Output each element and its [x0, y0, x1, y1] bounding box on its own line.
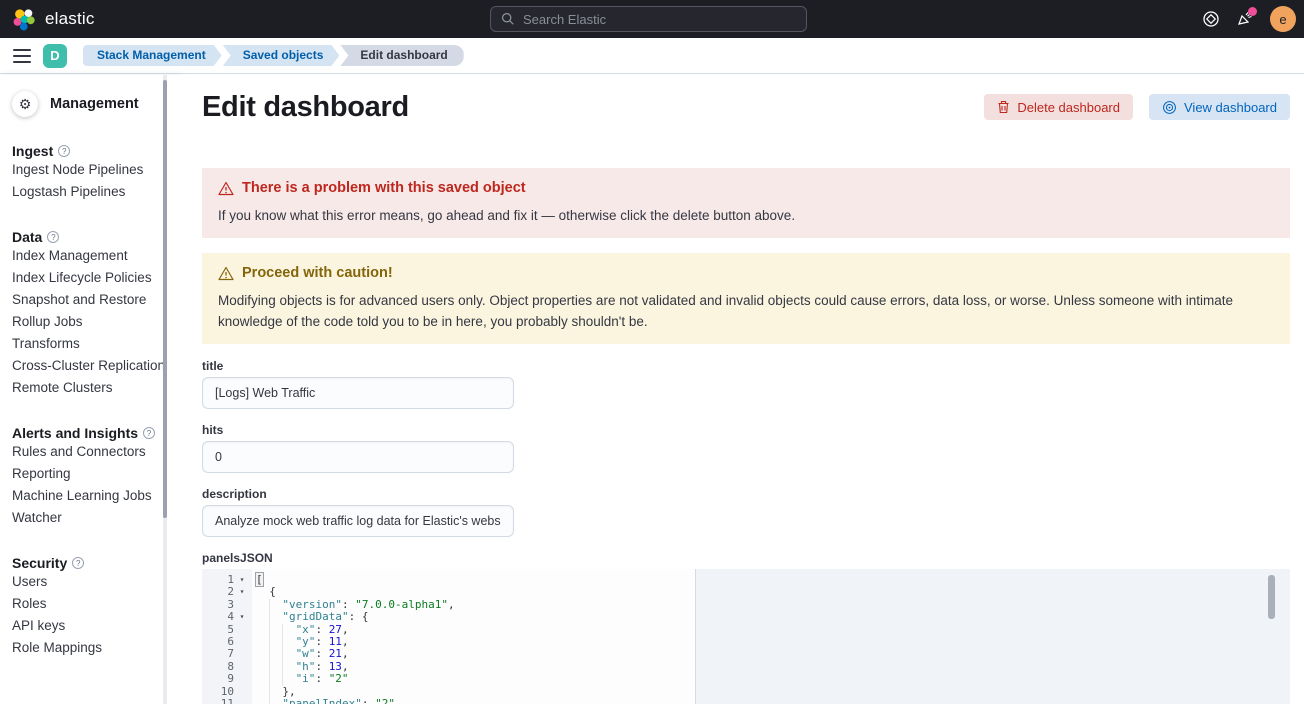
management-sidebar: ⚙ Management Ingest?Ingest Node Pipeline… [0, 75, 178, 704]
sidebar-item-ingest-node-pipelines[interactable]: Ingest Node Pipelines [12, 159, 178, 181]
code-line-10[interactable]: }, [252, 686, 1290, 698]
sidebar-item-api-keys[interactable]: API keys [12, 615, 178, 637]
warning-icon [218, 181, 234, 196]
elastic-logo[interactable]: elastic [12, 7, 95, 32]
newsfeed-icon[interactable] [1236, 10, 1254, 28]
sidebar-section-heading: Data? [12, 229, 178, 245]
breadcrumb-edit-dashboard: Edit dashboard [340, 45, 463, 66]
error-callout-title: There is a problem with this saved objec… [242, 180, 526, 197]
fold-arrow-icon[interactable]: ▾ [234, 611, 250, 623]
code-line-9[interactable]: "i": "2" [252, 673, 1290, 685]
sidebar-item-transforms[interactable]: Transforms [12, 333, 178, 355]
section-help-icon: ? [58, 145, 70, 157]
view-icon [1162, 100, 1177, 115]
search-input[interactable] [523, 12, 773, 27]
sidebar-item-cross-cluster-replication[interactable]: Cross-Cluster Replication [12, 355, 178, 377]
print-margin-line [695, 569, 696, 704]
editor-code[interactable]: [{"version": "7.0.0-alpha1","gridData": … [252, 569, 1290, 704]
logo-text: elastic [45, 9, 95, 29]
sidebar-item-snapshot-and-restore[interactable]: Snapshot and Restore [12, 289, 178, 311]
field-label-hits: hits [202, 423, 1290, 437]
panels-json-label: panelsJSON [202, 551, 1290, 565]
line-number: 2 [202, 586, 234, 598]
code-line-8[interactable]: "h": 13, [252, 661, 1290, 673]
sidebar-item-reporting[interactable]: Reporting [12, 463, 178, 485]
editor-scrollbar-thumb[interactable] [1268, 575, 1275, 619]
code-line-11[interactable]: "panelIndex": "2", [252, 698, 1290, 704]
sidebar-item-index-lifecycle-policies[interactable]: Index Lifecycle Policies [12, 267, 178, 289]
field-label-title: title [202, 359, 1290, 373]
sidebar-item-roles[interactable]: Roles [12, 593, 178, 615]
breadcrumb-saved-objects[interactable]: Saved objects [223, 45, 340, 66]
avatar-letter: e [1279, 12, 1286, 27]
top-header-bar: elastic e [0, 0, 1304, 38]
main-content: Edit dashboard Delete dashboard View das… [178, 75, 1304, 704]
field-input-hits[interactable] [202, 441, 514, 473]
menu-icon[interactable] [13, 49, 31, 63]
sidebar-item-users[interactable]: Users [12, 571, 178, 593]
notification-dot [1248, 7, 1257, 16]
field-input-title[interactable] [202, 377, 514, 409]
space-badge-letter: D [50, 48, 59, 63]
line-number: 4 [202, 611, 234, 623]
sidebar-section-heading: Security? [12, 555, 178, 571]
code-line-5[interactable]: "x": 27, [252, 624, 1290, 636]
code-line-7[interactable]: "w": 21, [252, 648, 1290, 660]
fold-arrow-icon[interactable]: ▾ [234, 574, 250, 586]
form-fields: title hits description [202, 359, 1290, 537]
breadcrumb-bar: D Stack ManagementSaved objectsEdit dash… [0, 38, 1304, 74]
sidebar-section-heading: Alerts and Insights? [12, 425, 178, 441]
code-line-6[interactable]: "y": 11, [252, 636, 1290, 648]
kibana-window: elastic e [0, 0, 1304, 704]
editor-gutter: 1▾2▾34▾56789101112▾13▾14▾ [202, 569, 252, 704]
sidebar-item-remote-clusters[interactable]: Remote Clusters [12, 377, 178, 399]
elastic-logo-icon [12, 7, 37, 32]
breadcrumbs: Stack ManagementSaved objectsEdit dashbo… [83, 45, 465, 66]
warning-callout-title: Proceed with caution! [242, 265, 393, 282]
line-number: 11 [202, 698, 234, 704]
field-label-description: description [202, 487, 1290, 501]
delete-icon [997, 100, 1010, 114]
field-input-description[interactable] [202, 505, 514, 537]
warning-callout-body: Modifying objects is for advanced users … [218, 290, 1274, 332]
search-icon [501, 12, 515, 26]
sidebar-item-rules-and-connectors[interactable]: Rules and Connectors [12, 441, 178, 463]
gear-icon: ⚙ [12, 91, 38, 117]
line-number: 9 [202, 673, 234, 685]
sidebar-title: Management [50, 96, 139, 112]
code-line-3[interactable]: "version": "7.0.0-alpha1", [252, 599, 1290, 611]
section-help-icon: ? [143, 427, 155, 439]
sidebar-item-logstash-pipelines[interactable]: Logstash Pipelines [12, 181, 178, 203]
breadcrumb-stack-management[interactable]: Stack Management [83, 45, 222, 66]
delete-dashboard-button[interactable]: Delete dashboard [984, 94, 1133, 120]
view-button-label: View dashboard [1184, 100, 1277, 115]
sidebar-item-rollup-jobs[interactable]: Rollup Jobs [12, 311, 178, 333]
sidebar-item-watcher[interactable]: Watcher [12, 507, 178, 529]
help-icon[interactable] [1202, 10, 1220, 28]
sidebar-header: ⚙ Management [12, 91, 178, 117]
sidebar-nav: Ingest?Ingest Node PipelinesLogstash Pip… [12, 143, 178, 659]
delete-button-label: Delete dashboard [1017, 100, 1120, 115]
line-number: 7 [202, 648, 234, 660]
section-help-icon: ? [47, 231, 59, 243]
user-avatar[interactable]: e [1270, 6, 1296, 32]
warning-callout: Proceed with caution! Modifying objects … [202, 253, 1290, 344]
fold-arrow-icon[interactable]: ▾ [234, 586, 250, 598]
sidebar-section-heading: Ingest? [12, 143, 178, 159]
sidebar-scrollbar-thumb[interactable] [163, 80, 167, 518]
sidebar-item-machine-learning-jobs[interactable]: Machine Learning Jobs [12, 485, 178, 507]
sidebar-item-role-mappings[interactable]: Role Mappings [12, 637, 178, 659]
page-actions: Delete dashboard View dashboard [984, 94, 1290, 120]
code-line-4[interactable]: "gridData": { [252, 611, 1290, 623]
space-badge[interactable]: D [43, 44, 67, 68]
section-help-icon: ? [72, 557, 84, 569]
view-dashboard-button[interactable]: View dashboard [1149, 94, 1290, 120]
panels-json-editor[interactable]: 1▾2▾34▾56789101112▾13▾14▾ [{"version": "… [202, 569, 1290, 704]
sidebar-item-index-management[interactable]: Index Management [12, 245, 178, 267]
warning-icon [218, 266, 234, 281]
error-callout: There is a problem with this saved objec… [202, 168, 1290, 238]
code-line-1[interactable]: [ [252, 574, 1290, 586]
error-callout-body: If you know what this error means, go ah… [218, 205, 1274, 226]
global-search[interactable] [490, 6, 807, 32]
